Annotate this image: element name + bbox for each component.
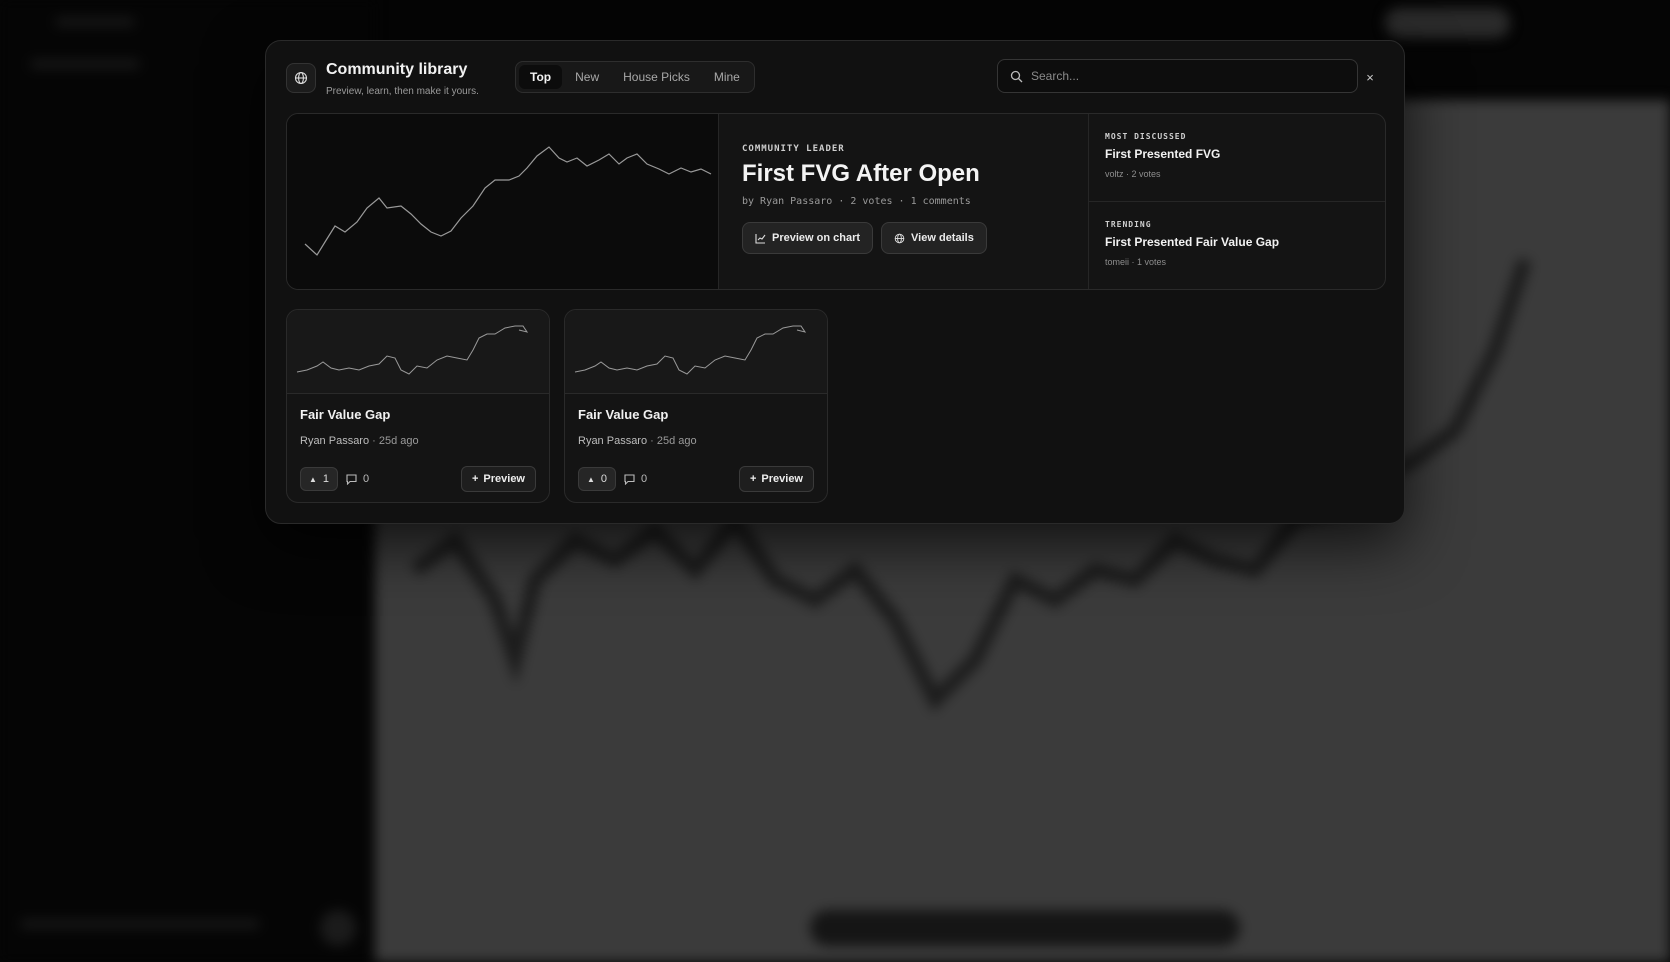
side-title: First Presented FVG <box>1105 147 1221 161</box>
featured-meta: by Ryan Passaro · 2 votes · 1 comments <box>742 196 971 207</box>
search-icon <box>1010 70 1023 83</box>
card-age: · 25d ago <box>372 435 419 447</box>
side-eyebrow: TRENDING <box>1105 220 1152 229</box>
card-title: Fair Value Gap <box>578 407 669 422</box>
comment-count: 0 <box>363 473 370 485</box>
dialog-header: Community library Preview, learn, then m… <box>286 59 1384 97</box>
tab-new[interactable]: New <box>564 65 610 89</box>
dialog-subtitle: Preview, learn, then make it yours. <box>326 86 479 97</box>
featured-title[interactable]: First FVG After Open <box>742 160 987 188</box>
side-meta: tomeii · 1 votes <box>1105 257 1167 267</box>
tab-mine[interactable]: Mine <box>703 65 751 89</box>
preview-button[interactable]: + Preview <box>738 466 814 492</box>
card-sparkline <box>565 310 827 394</box>
chart-icon <box>755 233 766 244</box>
vote-count: 0 <box>600 473 608 485</box>
comment-icon <box>346 473 357 485</box>
preview-on-chart-label: Preview on chart <box>772 232 861 244</box>
background-text <box>20 920 260 928</box>
card-sparkline <box>287 310 549 394</box>
indicator-card[interactable]: Fair Value Gap Ryan Passaro · 25d ago ▲ … <box>286 309 550 503</box>
side-title: First Presented Fair Value Gap <box>1105 235 1280 249</box>
card-title: Fair Value Gap <box>300 407 391 422</box>
globe-icon <box>286 63 316 93</box>
comment-icon <box>624 473 635 485</box>
side-highlights: MOST DISCUSSED First Presented FVG voltz… <box>1088 114 1385 289</box>
plus-icon: + <box>749 473 757 485</box>
card-author: Ryan Passaro <box>300 435 370 447</box>
indicator-card[interactable]: Fair Value Gap Ryan Passaro · 25d ago ▲ … <box>564 309 828 503</box>
side-item-most-discussed[interactable]: MOST DISCUSSED First Presented FVG voltz… <box>1089 114 1385 202</box>
background-bottom-bar <box>810 910 1240 946</box>
search-input[interactable] <box>1031 69 1331 83</box>
featured-actions: Preview on chart View details <box>742 222 987 254</box>
side-meta: voltz · 2 votes <box>1105 169 1161 179</box>
featured-eyebrow: COMMUNITY LEADER <box>742 144 845 154</box>
search-box[interactable] <box>997 59 1358 93</box>
featured-sparkline[interactable] <box>287 114 719 289</box>
view-details-button[interactable]: View details <box>881 222 987 254</box>
upvote-button[interactable]: ▲ 1 <box>300 467 339 491</box>
upvote-icon: ▲ <box>587 474 595 484</box>
card-meta: Ryan Passaro · 25d ago <box>578 435 697 447</box>
card-footer: ▲ 0 0 + Preview <box>578 466 814 492</box>
globe-icon <box>894 233 905 244</box>
background-text <box>55 18 135 26</box>
featured-sparkline-svg <box>304 146 712 256</box>
background-pill <box>1385 8 1510 38</box>
preview-label: Preview <box>761 473 803 485</box>
comment-count: 0 <box>641 473 648 485</box>
indicator-cards: Fair Value Gap Ryan Passaro · 25d ago ▲ … <box>286 309 828 503</box>
preview-label: Preview <box>483 473 525 485</box>
view-details-label: View details <box>911 232 974 244</box>
card-meta: Ryan Passaro · 25d ago <box>300 435 419 447</box>
filter-tabs: Top New House Picks Mine <box>515 61 755 93</box>
tab-top[interactable]: Top <box>519 65 563 89</box>
card-footer: ▲ 1 0 + Preview <box>300 466 536 492</box>
preview-on-chart-button[interactable]: Preview on chart <box>742 222 874 254</box>
preview-button[interactable]: + Preview <box>460 466 536 492</box>
upvote-icon: ▲ <box>309 474 317 484</box>
comments-count[interactable]: 0 <box>624 473 647 485</box>
plus-icon: + <box>471 473 479 485</box>
dialog-title: Community library <box>326 61 468 78</box>
background-circle <box>320 910 356 946</box>
close-button[interactable]: × <box>1358 65 1382 89</box>
card-sparkline-svg <box>574 325 807 375</box>
vote-count: 1 <box>322 473 330 485</box>
card-sparkline-svg <box>296 325 529 375</box>
card-author: Ryan Passaro <box>578 435 648 447</box>
upvote-button[interactable]: ▲ 0 <box>578 467 617 491</box>
side-eyebrow: MOST DISCUSSED <box>1105 132 1187 141</box>
featured-info: COMMUNITY LEADER First FVG After Open by… <box>742 144 987 254</box>
card-age: · 25d ago <box>650 435 697 447</box>
comments-count[interactable]: 0 <box>346 473 369 485</box>
background-text <box>30 60 140 68</box>
community-library-dialog: Community library Preview, learn, then m… <box>265 40 1405 524</box>
tab-house-picks[interactable]: House Picks <box>612 65 701 89</box>
side-item-trending[interactable]: TRENDING First Presented Fair Value Gap … <box>1089 202 1385 289</box>
featured-panel: COMMUNITY LEADER First FVG After Open by… <box>286 113 1386 290</box>
